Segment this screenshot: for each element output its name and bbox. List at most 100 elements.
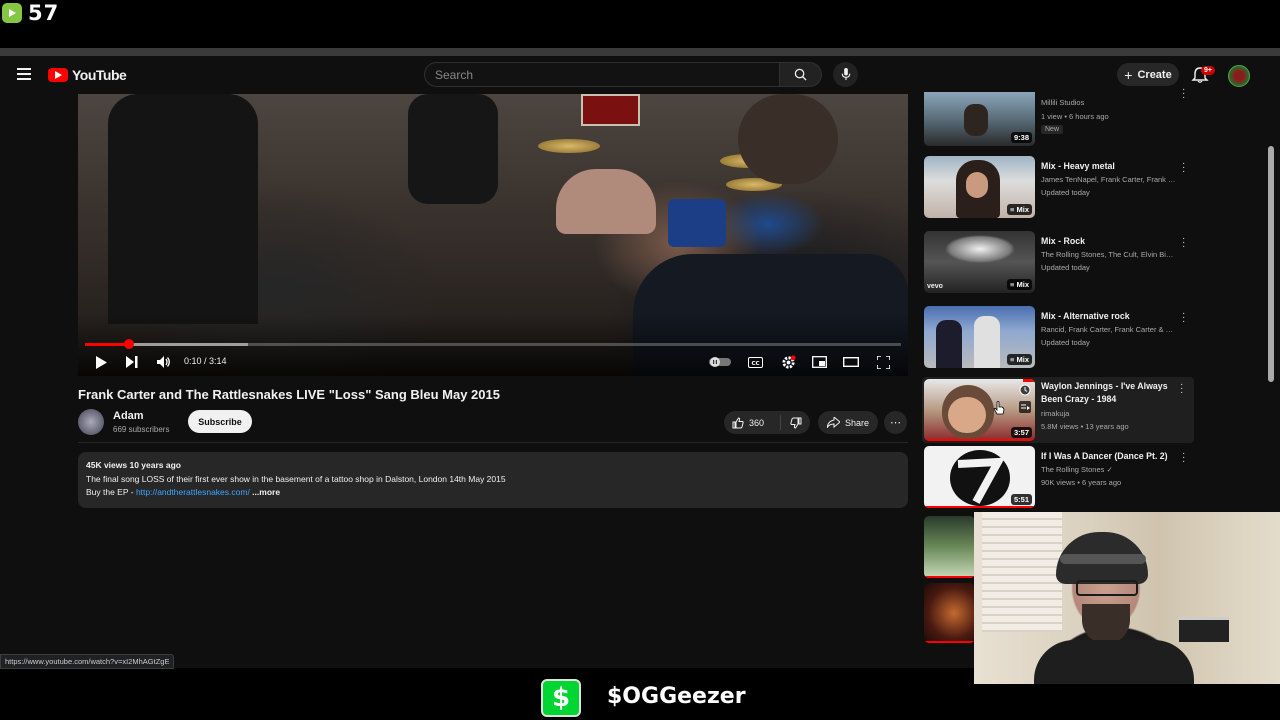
divider [78, 442, 908, 443]
channel-avatar[interactable] [78, 409, 104, 435]
play-button[interactable] [92, 352, 110, 372]
add-to-queue-icon[interactable] [1019, 401, 1031, 413]
recommendation-thumbnail[interactable]: 5:51 [924, 446, 1035, 508]
show-more-link[interactable]: ...more [250, 487, 280, 497]
captions-icon: CC [747, 356, 763, 368]
watch-later-icon[interactable] [1019, 384, 1031, 396]
album-art-seven [950, 450, 1010, 506]
progress-bar[interactable] [85, 339, 901, 349]
recommendation-thumbnail[interactable]: ≡ Mix [924, 156, 1035, 218]
cash-app-symbol: $ [551, 683, 571, 713]
recommendation-channel[interactable]: Rancid, Frank Carter, Frank Carter & The… [1041, 325, 1176, 334]
theater-icon [843, 357, 859, 367]
scrubber-handle[interactable] [124, 339, 135, 349]
settings-button[interactable] [778, 352, 798, 372]
description-box[interactable]: 45K views 10 years ago The final song LO… [78, 452, 908, 508]
svg-text:CC: CC [751, 360, 759, 366]
recommendation-title[interactable]: Mix - Rock [1041, 235, 1171, 248]
fullscreen-button[interactable] [874, 352, 892, 372]
streamer-webcam [974, 512, 1280, 684]
bassist-silhouette [408, 94, 498, 204]
recommendation-channel[interactable]: James TenNapel, Frank Carter, Frank Car.… [1041, 175, 1176, 184]
menu-icon[interactable] [17, 68, 31, 80]
recommendation-meta: 90K views • 6 years ago [1041, 478, 1122, 487]
description-line: The final song LOSS of their first ever … [86, 473, 506, 484]
mix-badge-label: Mix [1016, 205, 1029, 214]
more-horizontal-icon: ⋯ [890, 417, 901, 429]
mix-badge-label: Mix [1016, 355, 1029, 364]
notification-badge: 9+ [1201, 66, 1215, 75]
recommendation-channel[interactable]: Millili Studios [1041, 98, 1176, 107]
duration-badge: 9:38 [1010, 132, 1032, 143]
captions-button[interactable]: CC [746, 352, 764, 372]
recommendation-meta: Updated today [1041, 188, 1090, 197]
masthead: YouTube + Create 9+ [0, 56, 1280, 94]
search-box[interactable] [424, 62, 799, 87]
more-vertical-icon[interactable]: · · · [1182, 234, 1188, 252]
search-input[interactable] [425, 63, 799, 86]
mix-badge: ≡ Mix [1007, 204, 1032, 215]
fullscreen-icon [876, 355, 890, 369]
recommendation-thumbnail[interactable] [924, 516, 975, 578]
more-actions-button[interactable]: ⋯ [884, 411, 907, 434]
miniplayer-icon [811, 356, 827, 368]
viewer-count: 57 [0, 0, 59, 26]
create-button[interactable]: + Create [1117, 63, 1179, 86]
video-player[interactable]: 0:10 / 3:14 CC [78, 94, 908, 376]
recommendation-channel[interactable]: The Rolling Stones ✓ [1041, 465, 1176, 474]
more-vertical-icon[interactable]: · · · [1182, 85, 1188, 103]
recommendation-thumbnail[interactable]: vevo ≡ Mix [924, 231, 1035, 293]
miniplayer-button[interactable] [810, 352, 828, 372]
recommendation-channel[interactable]: The Rolling Stones, The Cult, Elvin Bish… [1041, 250, 1176, 259]
audience-head [738, 94, 838, 184]
cash-app-icon: $ [541, 679, 581, 717]
more-vertical-icon[interactable]: · · · [1182, 159, 1188, 177]
share-icon [826, 417, 840, 428]
create-label: Create [1137, 68, 1172, 81]
recommendation-channel[interactable]: rimakuja [1041, 409, 1176, 418]
description-prefix: Buy the EP - [86, 487, 136, 497]
share-button[interactable]: Share [818, 411, 878, 434]
singer-back [556, 169, 656, 234]
cymbal [538, 139, 600, 153]
recommendation-title[interactable]: If I Was A Dancer (Dance Pt. 2) [1041, 450, 1171, 463]
channel-name[interactable]: Adam [113, 410, 144, 422]
youtube-play-icon [48, 68, 68, 82]
skip-next-icon [126, 356, 138, 368]
like-count: 360 [749, 417, 765, 428]
next-button[interactable] [123, 352, 141, 372]
recommendation-item-hovered[interactable]: 3:57 Waylon Jennings - I've Always Been … [922, 377, 1194, 443]
autoplay-toggle[interactable] [708, 352, 732, 372]
recommendation-thumbnail[interactable]: ≡ Mix [924, 306, 1035, 368]
recommendation-thumbnail[interactable]: 3:57 [924, 379, 1035, 441]
play-icon [96, 355, 107, 369]
more-vertical-icon[interactable]: · · · [1182, 449, 1188, 467]
tshirt [1034, 640, 1194, 684]
gear-icon [781, 354, 796, 369]
more-vertical-icon[interactable]: · · · [1182, 309, 1188, 327]
recommendation-meta: 1 view • 6 hours ago [1041, 112, 1109, 121]
recommendation-title[interactable]: Mix - Heavy metal [1041, 160, 1171, 173]
more-vertical-icon[interactable]: · · · [1180, 380, 1186, 398]
dislike-button[interactable] [781, 417, 810, 429]
subscriber-count: 669 subscribers [113, 425, 170, 434]
theater-mode-button[interactable] [842, 352, 860, 372]
volume-button[interactable] [155, 352, 173, 372]
voice-search-button[interactable] [833, 62, 858, 87]
description-link[interactable]: http://andtherattlesnakes.com/ [136, 487, 250, 497]
recommendation-thumbnail[interactable]: 9:38 [924, 92, 1035, 146]
link-status-url: https://www.youtube.com/watch?v=xI2MhAGt… [0, 654, 175, 669]
recommendation-thumbnail[interactable] [924, 583, 975, 643]
account-avatar[interactable] [1228, 65, 1250, 87]
search-button[interactable] [780, 62, 822, 87]
recommendation-title[interactable]: Waylon Jennings - I've Always Been Crazy… [1041, 380, 1171, 406]
guitarist-silhouette [108, 94, 258, 324]
cashtag: $OGGeezer [607, 684, 746, 709]
youtube-logo[interactable]: YouTube [48, 67, 127, 83]
new-tag: New [1041, 125, 1064, 134]
like-button[interactable]: 360 [724, 415, 781, 430]
piano-keyboard [1179, 617, 1229, 642]
page-scrollbar[interactable] [1268, 146, 1274, 382]
subscribe-button[interactable]: Subscribe [188, 410, 252, 433]
recommendation-title[interactable]: Mix - Alternative rock [1041, 310, 1171, 323]
